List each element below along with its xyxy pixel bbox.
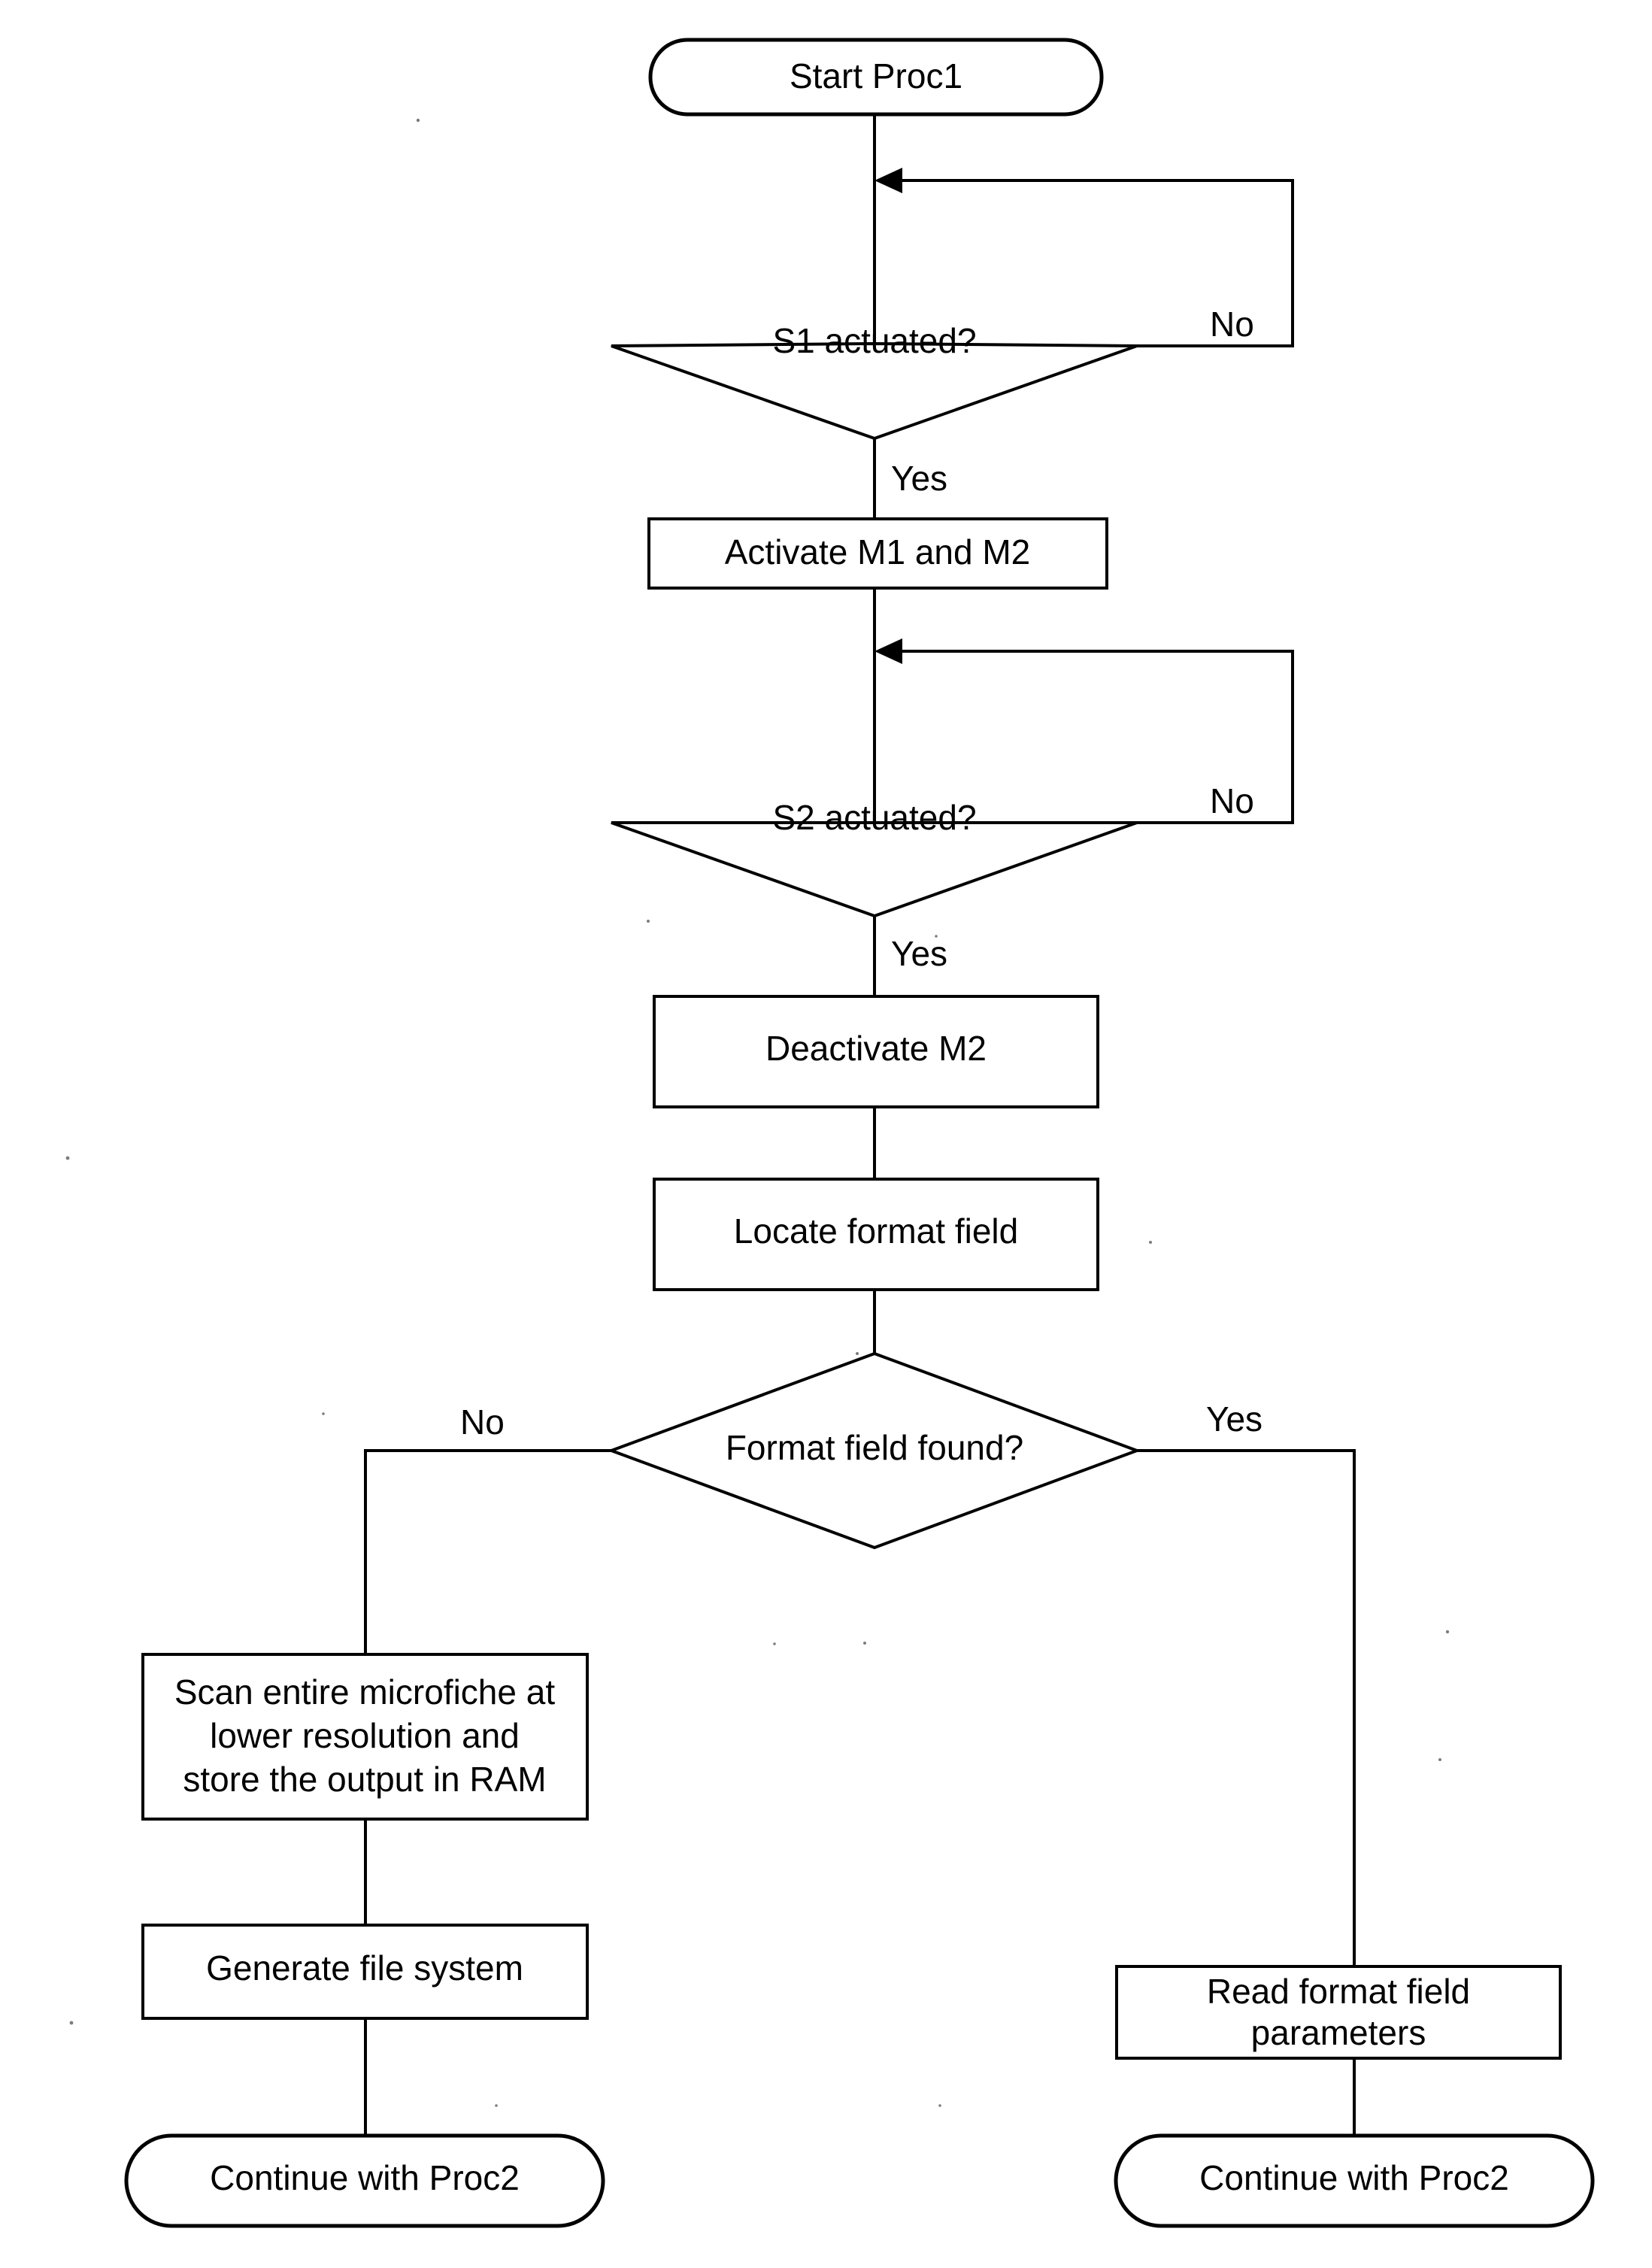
- connector-format-no: [364, 1449, 611, 1654]
- edge-label-s2-yes: Yes: [891, 934, 947, 973]
- edge-label-format-no: No: [460, 1402, 505, 1442]
- node-decision-s2-label: S2 actuated?: [772, 798, 976, 837]
- connector-format-yes: [1137, 1449, 1356, 1966]
- node-decision-format-found-label: Format field found?: [726, 1428, 1023, 1467]
- node-continue-proc2-left-label: Continue with Proc2: [210, 2158, 520, 2197]
- edge-label-s1-no: No: [1210, 305, 1254, 344]
- edge-label-s1-yes: Yes: [891, 459, 947, 498]
- node-continue-proc2-right-label: Continue with Proc2: [1199, 2158, 1509, 2197]
- node-scan-microfiche-line2: lower resolution and: [210, 1716, 520, 1755]
- flowchart-canvas: Start Proc1 S1 actuated? No Yes Activate…: [0, 0, 1652, 2268]
- node-scan-microfiche-line1: Scan entire microfiche at: [174, 1672, 555, 1712]
- flowchart-svg: Start Proc1 S1 actuated? No Yes Activate…: [65, 38, 1595, 2228]
- node-read-format-params-line2: parameters: [1251, 2013, 1426, 2052]
- arrowhead-s2-no-loop: [874, 638, 902, 664]
- edge-label-s2-no: No: [1210, 781, 1254, 820]
- node-deactivate-m2-label: Deactivate M2: [765, 1029, 987, 1068]
- node-generate-file-system-label: Generate file system: [206, 1948, 523, 1988]
- node-read-format-params-line1: Read format field: [1207, 1972, 1470, 2011]
- arrowhead-s1-no-loop: [874, 168, 902, 193]
- node-activate-m1-m2-label: Activate M1 and M2: [725, 532, 1031, 572]
- node-locate-format-field-label: Locate format field: [734, 1211, 1018, 1251]
- node-scan-microfiche-line3: store the output in RAM: [183, 1760, 546, 1799]
- node-decision-s1-label: S1 actuated?: [772, 321, 976, 360]
- edge-label-format-yes: Yes: [1206, 1399, 1262, 1439]
- node-start-label: Start Proc1: [790, 56, 962, 96]
